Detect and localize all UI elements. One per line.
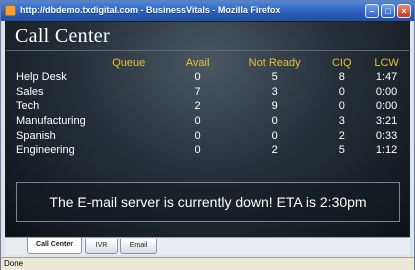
tab-call-center[interactable]: Call Center [27, 238, 82, 254]
lcw-cell: 1:47 [375, 71, 398, 84]
lcw-cell: 0:00 [375, 100, 398, 113]
queue-table: Queue Avail Not Ready CIQ LCW Help Desk … [16, 56, 409, 158]
table-row: Engineering 0 2 5 1:12 [16, 143, 409, 158]
header-not-ready: Not Ready [248, 57, 301, 69]
window-title: http://dbdemo.txdigital.com - BusinessVi… [20, 5, 281, 15]
avail-cell: 0 [194, 144, 201, 157]
table-row: Spanish 0 0 2 0:33 [16, 128, 409, 143]
not-ready-cell: 3 [271, 85, 278, 98]
browser-window: http://dbdemo.txdigital.com - BusinessVi… [0, 0, 415, 270]
not-ready-cell: 2 [271, 144, 278, 157]
table-row: Sales 7 3 0 0:00 [16, 85, 409, 100]
header-avail: Avail [185, 57, 210, 69]
tab-email[interactable]: Email [120, 239, 157, 254]
page-title: Call Center [15, 25, 110, 47]
ciq-cell: 8 [338, 71, 345, 84]
dashboard-panel: Call Center Queue Avail Not Ready CIQ LC… [5, 21, 410, 237]
table-row: Manufacturing 0 0 3 3:21 [16, 114, 409, 129]
status-text: Done [4, 259, 24, 268]
header-queue: Queue [112, 57, 146, 69]
firefox-icon [5, 5, 16, 16]
queue-name: Spanish [16, 129, 56, 142]
not-ready-cell: 9 [271, 100, 278, 113]
avail-cell: 0 [194, 115, 201, 128]
tab-bar: Call Center IVR Email [5, 237, 410, 255]
table-row: Help Desk 0 5 8 1:47 [16, 70, 409, 85]
ciq-cell: 0 [338, 100, 345, 113]
lcw-cell: 1:12 [375, 144, 398, 157]
ciq-cell: 2 [338, 129, 345, 142]
avail-cell: 7 [194, 85, 201, 98]
not-ready-cell: 0 [271, 115, 278, 128]
lcw-cell: 0:33 [375, 129, 398, 142]
title-bar[interactable]: http://dbdemo.txdigital.com - BusinessVi… [1, 1, 414, 21]
queue-name: Help Desk [16, 71, 67, 84]
header-lcw: LCW [374, 57, 399, 69]
table-row: Tech 2 9 0 0:00 [16, 99, 409, 114]
maximize-button[interactable]: □ [381, 4, 395, 18]
avail-cell: 0 [194, 129, 201, 142]
lcw-cell: 3:21 [375, 115, 398, 128]
ciq-cell: 5 [338, 144, 345, 157]
queue-name: Engineering [16, 144, 75, 157]
table-header-row: Queue Avail Not Ready CIQ LCW [16, 56, 409, 70]
ciq-cell: 0 [338, 85, 345, 98]
avail-cell: 0 [194, 71, 201, 84]
status-bar: Done [1, 257, 414, 270]
queue-name: Tech [16, 100, 40, 113]
not-ready-cell: 5 [271, 71, 278, 84]
avail-cell: 2 [194, 100, 201, 113]
queue-name: Manufacturing [16, 115, 86, 128]
tab-ivr[interactable]: IVR [85, 239, 118, 254]
close-button[interactable]: × [397, 4, 411, 18]
ciq-cell: 3 [338, 115, 345, 128]
alert-message: The E-mail server is currently down! ETA… [49, 194, 367, 210]
queue-name: Sales [16, 85, 44, 98]
header-ciq: CIQ [331, 57, 352, 69]
alert-banner: The E-mail server is currently down! ETA… [16, 182, 400, 222]
not-ready-cell: 0 [271, 129, 278, 142]
minimize-button[interactable]: – [365, 4, 379, 18]
lcw-cell: 0:00 [375, 85, 398, 98]
